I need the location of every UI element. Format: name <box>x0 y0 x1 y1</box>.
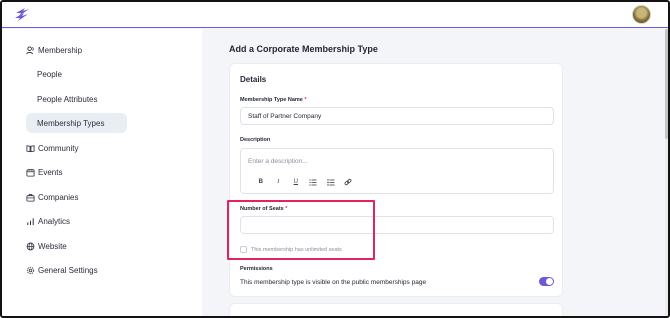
sidebar-item-events[interactable]: Events <box>26 162 62 182</box>
main-content: Add a Corporate Membership Type Details … <box>202 29 668 316</box>
globe-icon <box>26 242 35 251</box>
sidebar-item-analytics[interactable]: Analytics <box>26 211 70 231</box>
scrollbar-thumb[interactable] <box>665 29 668 139</box>
sidebar-item-label: People Attributes <box>37 94 98 104</box>
link-icon[interactable] <box>340 177 358 187</box>
sidebar-item-people[interactable]: People <box>26 64 127 84</box>
users-icon <box>26 45 35 55</box>
sidebar-item-community[interactable]: Community <box>26 138 78 158</box>
section-title: Details <box>240 75 267 84</box>
sidebar-item-label: Events <box>38 167 63 177</box>
sidebar-item-label: Analytics <box>38 216 71 226</box>
sidebar-item-label: Companies <box>38 192 79 202</box>
sidebar-item-label: People <box>37 69 62 79</box>
permissions-text: This membership type is visible on the p… <box>240 279 427 286</box>
sidebar-item-people-attributes[interactable]: People Attributes <box>26 89 127 109</box>
toggle-knob <box>546 278 553 285</box>
top-bar <box>2 2 668 28</box>
sidebar-item-membership[interactable]: Membership <box>26 40 82 60</box>
sidebar: Membership People People Attributes Memb… <box>2 29 202 316</box>
page-title: Add a Corporate Membership Type <box>229 44 378 54</box>
gear-icon <box>26 266 35 275</box>
sidebar-item-label: Website <box>38 241 67 251</box>
description-editor[interactable]: Enter a description... B I U <box>240 148 554 194</box>
sidebar-item-website[interactable]: Website <box>26 236 67 256</box>
details-card: Details Membership Type Name * Staff of … <box>229 63 563 297</box>
required-mark: * <box>304 97 307 103</box>
annotation-highlight-box <box>227 200 375 260</box>
sidebar-item-label: Membership Types <box>37 118 105 128</box>
sidebar-item-membership-types[interactable]: Membership Types <box>26 113 127 133</box>
sidebar-item-label: Membership <box>38 45 83 55</box>
lightning-logo-icon[interactable] <box>13 6 31 23</box>
sidebar-item-label: General Settings <box>38 265 98 275</box>
editor-toolbar: B I U <box>252 177 357 187</box>
sidebar-item-label: Community <box>38 143 79 153</box>
briefcase-icon <box>26 193 35 202</box>
book-open-icon <box>26 144 35 153</box>
visibility-toggle[interactable] <box>539 277 554 286</box>
description-label: Description <box>240 137 271 143</box>
sidebar-item-companies[interactable]: Companies <box>26 187 78 207</box>
description-placeholder: Enter a description... <box>248 158 308 165</box>
membership-type-name-input[interactable]: Staff of Partner Company <box>240 107 554 125</box>
membership-type-name-label: Membership Type Name * <box>240 97 307 103</box>
avatar[interactable] <box>632 5 651 24</box>
bullet-list-icon[interactable] <box>322 177 340 187</box>
sidebar-item-general-settings[interactable]: General Settings <box>26 260 98 280</box>
bold-button[interactable]: B <box>252 177 270 187</box>
italic-button[interactable]: I <box>270 177 288 187</box>
permissions-label: Permissions <box>240 266 273 272</box>
bar-chart-icon <box>26 217 35 226</box>
underline-button[interactable]: U <box>287 177 305 187</box>
input-value: Staff of Partner Company <box>248 112 322 120</box>
scrollbar[interactable] <box>665 29 668 316</box>
calendar-icon <box>26 168 35 177</box>
next-card <box>229 303 563 316</box>
ordered-list-icon[interactable] <box>305 177 323 187</box>
app-window: Membership People People Attributes Memb… <box>0 0 670 318</box>
